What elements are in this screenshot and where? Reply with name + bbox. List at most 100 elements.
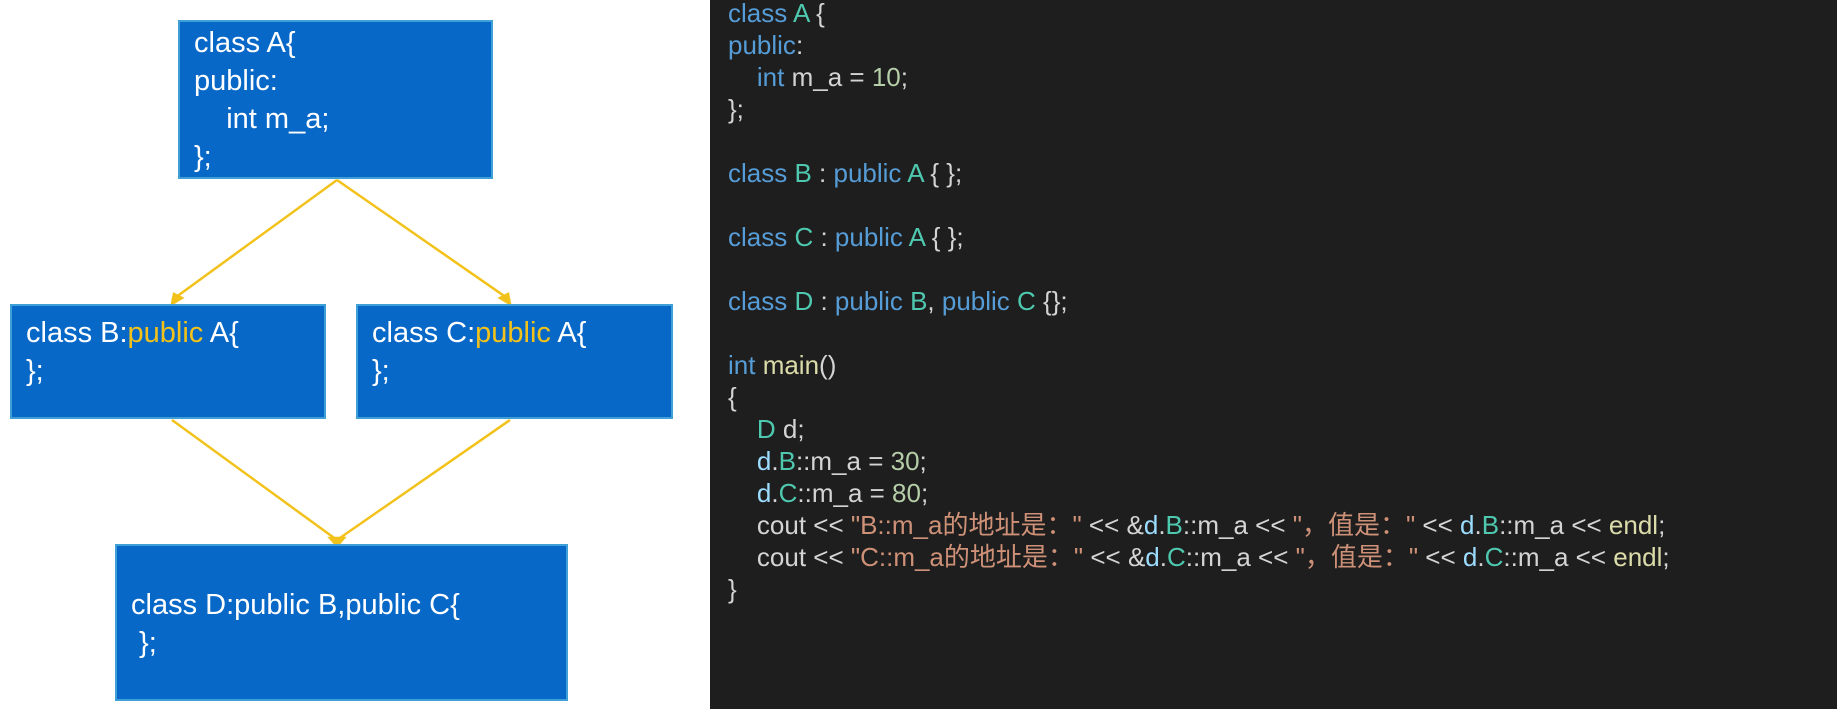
code-token-type: A — [907, 158, 924, 188]
code-token-plain: { }; — [923, 158, 963, 188]
arrow-c-to-d — [336, 418, 511, 542]
code-line: { — [728, 381, 1670, 413]
code-token-plain: << — [1415, 510, 1461, 540]
code-token-number: 30 — [890, 446, 920, 476]
code-token-keyword: public — [834, 286, 911, 316]
box-line: int m_a; — [194, 103, 330, 135]
code-line: public: — [728, 29, 1670, 61]
code-token-plain: : — [813, 222, 835, 252]
class-d-box: class D:public B,public C{ }; — [115, 544, 568, 701]
box-line: }; — [372, 355, 390, 387]
code-token-plain: } — [728, 574, 737, 604]
code-token-var: d — [1143, 510, 1159, 540]
box-text: class B: — [26, 317, 128, 349]
code-token-plain: . — [1159, 542, 1167, 572]
code-token-plain: . — [771, 478, 779, 508]
code-line: d.B::m_a = 30; — [728, 445, 1670, 477]
code-line: int m_a = 10; — [728, 61, 1670, 93]
box-line: }; — [194, 141, 212, 173]
code-token-keyword: class — [728, 286, 795, 316]
code-line: class A { — [728, 0, 1670, 29]
code-token-plain: { }; — [924, 222, 964, 252]
code-token-keyword: public — [941, 286, 1018, 316]
code-token-keyword: int — [728, 350, 763, 380]
arrow-a-to-c — [336, 178, 511, 302]
arrow-a-to-b — [171, 178, 338, 302]
code-line: int main() — [728, 349, 1670, 381]
code-token-plain: ; — [919, 446, 927, 476]
code-token-type: A — [793, 0, 809, 28]
code-token-plain: cout << — [728, 510, 851, 540]
code-token-keyword: public — [834, 222, 909, 252]
code-token-type: D — [756, 414, 776, 444]
code-line: } — [728, 573, 1670, 605]
code-token-plain: ::m_a = — [797, 478, 893, 508]
box-text: A{ — [550, 317, 587, 349]
code-token-type: B — [778, 446, 796, 476]
code-line: cout << "C::m_a的地址是：" << &d.C::m_a << "，… — [728, 541, 1670, 573]
code-token-type: B — [910, 286, 928, 316]
code-token-func: endl — [1608, 510, 1659, 540]
code-token-var: d — [1145, 542, 1160, 572]
code-token-plain: () — [819, 350, 837, 380]
code-token-keyword: public — [833, 158, 908, 188]
code-token-plain: cout << — [728, 542, 851, 572]
code-line: cout << "B::m_a的地址是：" << &d.B::m_a << "，… — [728, 509, 1670, 541]
code-token-plain: ; — [900, 62, 908, 92]
code-line: }; — [728, 93, 1670, 125]
code-token-plain: << & — [1083, 542, 1146, 572]
box-line: class B:public A{ — [26, 314, 324, 352]
code-token-number: 80 — [892, 478, 921, 508]
code-token-plain: ::m_a = — [795, 446, 891, 476]
code-token-plain: m_a = — [791, 62, 872, 92]
public-keyword: public — [127, 317, 204, 349]
code-token-plain: . — [1158, 510, 1166, 540]
code-token-var: d — [1460, 510, 1475, 540]
code-token-string: "B::m_a的地址是：" — [850, 510, 1082, 540]
code-token-plain: : — [813, 286, 835, 316]
code-token-keyword: class — [728, 158, 795, 188]
box-text: A{ — [203, 317, 239, 349]
class-c-box: class C:public A{ }; — [356, 304, 673, 419]
code-token-plain: . — [771, 446, 779, 476]
code-token-plain: ; — [920, 478, 929, 508]
code-token-type: B — [1481, 510, 1500, 540]
code-token-keyword: public — [728, 30, 796, 60]
code-token-string: "，值是：" — [1295, 542, 1419, 572]
code-token-plain: }; — [728, 94, 744, 124]
code-token-plain: . — [1477, 542, 1485, 572]
code-token-plain: : — [795, 30, 804, 60]
code-token-plain: << & — [1081, 510, 1144, 540]
arrowhead-b — [170, 292, 185, 307]
code-editor[interactable]: class A {public: int m_a = 10;}; class B … — [710, 0, 1837, 709]
code-token-type: B — [794, 158, 812, 188]
code-token-plain: { — [728, 382, 737, 412]
box-line: public: — [194, 65, 278, 97]
code-token-plain: ::m_a << — [1499, 510, 1609, 540]
code-token-type: C — [1484, 542, 1504, 572]
code-token-number: 10 — [871, 62, 901, 92]
code-token-plain: << — [1418, 542, 1463, 572]
box-line: class D:public B,public C{ — [131, 589, 460, 621]
code-token-type: C — [1166, 542, 1186, 572]
code-token-plain: d; — [775, 414, 805, 444]
code-token-func: endl — [1613, 542, 1663, 572]
box-line: class C:public A{ — [372, 314, 671, 352]
code-line: class C : public A { }; — [728, 221, 1670, 253]
code-token-plain: ; — [1662, 542, 1670, 572]
arrow-b-to-d — [171, 418, 338, 542]
code-token-type: B — [1165, 510, 1183, 540]
code-token-type: D — [794, 286, 814, 316]
code-token-string: "C::m_a的地址是：" — [850, 542, 1084, 572]
code-line: D d; — [728, 413, 1670, 445]
code-token-plain: , — [927, 286, 942, 316]
class-b-box: class B:public A{ }; — [10, 304, 326, 419]
code-line: class B : public A { }; — [728, 157, 1670, 189]
